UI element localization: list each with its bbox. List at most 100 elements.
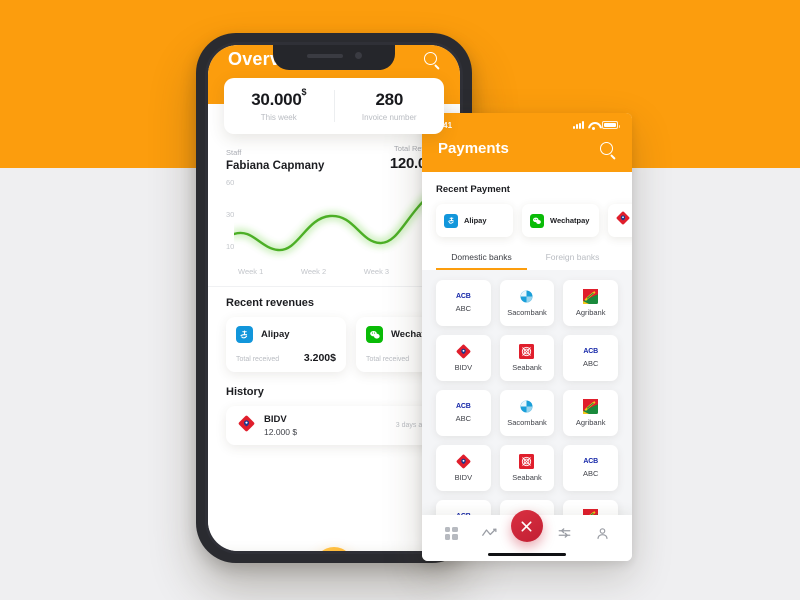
device-notch	[273, 45, 395, 70]
payments-header: Payments	[422, 137, 632, 172]
payments-status-bar: 9:41	[422, 113, 632, 137]
bank-name: BIDV	[454, 473, 473, 482]
seabank-logo-icon	[519, 454, 535, 469]
revenue-card[interactable]: Alipay Total received 3.200$	[226, 317, 346, 372]
bank-card[interactable]: ACB ABC	[436, 280, 491, 326]
bidv-logo-icon	[238, 415, 255, 437]
stat-this-week: 30.000$ This week	[224, 87, 334, 122]
search-icon[interactable]	[424, 52, 440, 68]
stat-number: 280	[375, 90, 404, 109]
close-icon	[521, 520, 532, 532]
chart-line-icon	[482, 528, 497, 536]
bank-card[interactable]: BIDV	[436, 445, 491, 491]
stat-label: Invoice number	[361, 113, 417, 122]
revenue-amount: 3.200$	[303, 352, 336, 364]
bank-grid: ACB ABC Sacombank Agribank BIDV Seabank ACB ABC…	[436, 280, 618, 523]
bank-card[interactable]: ACB ABC	[563, 335, 618, 381]
history-list-item[interactable]: BIDV 12.000 $ 3 days ago	[226, 406, 442, 445]
revenue-card-footer: Total received 3.200$	[236, 352, 336, 364]
recent-payment-card[interactable]: Alipay	[436, 204, 513, 237]
staff-name: Fabiana Capmany	[226, 160, 325, 172]
stats-summary-card: 30.000$ This week 280 Invoice number	[224, 78, 444, 134]
bank-card[interactable]: Seabank	[499, 335, 555, 381]
bank-card[interactable]: Sacombank	[499, 390, 555, 436]
stat-invoice-number: 280 Invoice number	[333, 90, 445, 122]
stat-value: 280	[335, 90, 445, 110]
wifi-icon	[588, 121, 598, 130]
bank-name: Seabank	[512, 363, 542, 372]
user-icon	[597, 527, 608, 539]
sliders-icon	[558, 528, 571, 538]
recent-payment-list: Alipay Wechatpay BIDV	[436, 204, 632, 241]
bank-card[interactable]: Agribank	[563, 280, 618, 326]
payments-title: Payments	[438, 140, 509, 157]
tab-foreign-banks[interactable]: Foreign banks	[527, 252, 618, 270]
nav-item-dashboard[interactable]	[434, 526, 468, 540]
payments-panel: 9:41 Payments Recent Payment Alipay Wech…	[422, 113, 632, 561]
stat-label: This week	[260, 113, 297, 122]
bank-name: ABC	[455, 304, 472, 313]
history-item-amount: 12.000 $	[264, 427, 298, 437]
bank-card[interactable]: ACB ABC	[563, 445, 618, 491]
speaker-grill-icon	[306, 53, 343, 58]
x-tick-week2: Week 2	[300, 267, 327, 276]
history-item-name: BIDV	[264, 414, 287, 425]
signal-icon	[573, 121, 584, 129]
x-tick-week1: Week 1	[238, 267, 264, 276]
revenue-total-label: Total received	[366, 356, 410, 363]
scan-fab-button[interactable]	[313, 547, 354, 551]
sacombank-logo-icon	[520, 290, 533, 303]
search-icon[interactable]	[600, 142, 616, 158]
recent-payment-card[interactable]: BIDV	[608, 204, 632, 237]
wechat-logo-icon	[366, 326, 383, 343]
payments-bottom-navigation	[422, 510, 632, 561]
status-indicators	[573, 121, 620, 130]
recent-payment-name: Alipay	[464, 216, 487, 225]
nav-item-filters[interactable]	[547, 527, 581, 539]
bidv-logo-icon	[456, 454, 471, 469]
nav-item-analytics[interactable]	[473, 527, 507, 539]
bidv-logo-icon	[456, 344, 471, 359]
agribank-logo-icon	[583, 399, 599, 414]
front-camera-icon	[354, 52, 362, 59]
staff-block: Staff Fabiana Capmany	[226, 148, 324, 172]
x-tick-week3: Week 3	[363, 267, 390, 276]
sacombank-logo-icon	[520, 400, 533, 413]
bank-name: Sacombank	[507, 418, 547, 427]
bank-name: ABC	[582, 469, 599, 478]
chart-x-axis: Week 1 Week 2 Week 3 Week 4	[238, 267, 452, 276]
recent-payment-name: Wechatpay	[550, 216, 590, 225]
acb-logo-icon: ACB	[456, 403, 471, 410]
tab-domestic-banks[interactable]: Domestic banks	[436, 252, 527, 270]
revenue-total-label: Total received	[236, 356, 280, 363]
bank-card[interactable]: Agribank	[563, 390, 618, 436]
nav-item-profile[interactable]	[586, 527, 620, 540]
staff-label: Staff	[226, 148, 242, 157]
grid-icon	[444, 526, 458, 540]
bank-grid-scroll[interactable]: ACB ABC Sacombank Agribank BIDV Seabank ACB ABC…	[422, 270, 632, 523]
bank-name: Agribank	[575, 308, 606, 317]
bank-card[interactable]: BIDV	[436, 335, 491, 381]
battery-icon	[602, 121, 620, 129]
home-indicator	[488, 552, 566, 556]
bank-name: Sacombank	[507, 308, 547, 317]
payments-body: Recent Payment Alipay Wechatpay BIDV	[422, 172, 632, 270]
alipay-logo-icon	[444, 213, 458, 228]
bank-card[interactable]: Seabank	[499, 445, 555, 491]
wechat-logo-icon	[530, 213, 544, 228]
bank-card[interactable]: Sacombank	[499, 280, 555, 326]
seabank-logo-icon	[519, 344, 535, 359]
bank-name: Agribank	[575, 418, 606, 427]
bidv-logo-icon	[616, 211, 630, 230]
bank-card[interactable]: ACB ABC	[436, 390, 491, 436]
bank-name: ABC	[582, 359, 599, 368]
recent-payment-card[interactable]: Wechatpay	[522, 204, 599, 237]
agribank-logo-icon	[583, 289, 599, 304]
stat-number: 30.000	[251, 90, 302, 109]
revenue-card-header: Alipay	[236, 326, 336, 343]
stat-value: 30.000$	[224, 87, 334, 110]
acb-logo-icon: ACB	[583, 348, 598, 355]
close-fab-button[interactable]	[510, 510, 543, 542]
recent-payment-heading: Recent Payment	[436, 184, 510, 195]
bank-name: ABC	[455, 414, 472, 423]
